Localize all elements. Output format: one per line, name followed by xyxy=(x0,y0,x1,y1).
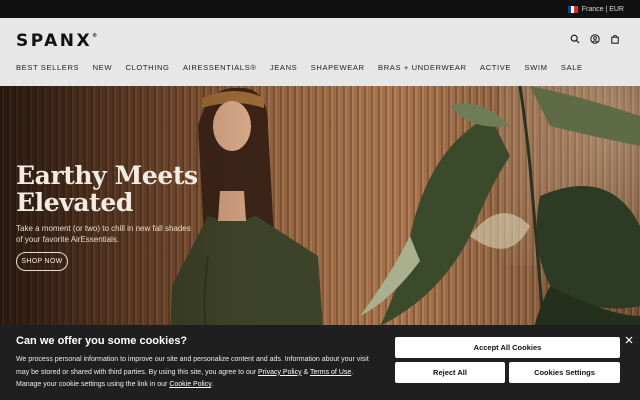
terms-of-use-link[interactable]: Terms of Use xyxy=(310,369,351,376)
cookie-title: Can we offer you some cookies? xyxy=(16,335,188,347)
hero-title-line1: Earthy Meets xyxy=(16,161,198,190)
site-header: SPANX® BEST SELLERS NEW CLOTHING AIRESSE… xyxy=(0,18,640,86)
search-icon[interactable] xyxy=(570,34,580,44)
nav-jeans[interactable]: JEANS xyxy=(270,63,297,72)
account-icon[interactable] xyxy=(590,34,600,44)
reject-all-button[interactable]: Reject All xyxy=(395,362,505,383)
nav-best-sellers[interactable]: BEST SELLERS xyxy=(16,63,79,72)
france-flag-icon xyxy=(567,5,578,13)
cookie-text: We process personal information to impro… xyxy=(16,356,369,388)
accept-all-cookies-button[interactable]: Accept All Cookies xyxy=(395,337,620,358)
hero-title-line2: Elevated xyxy=(16,188,133,217)
top-bar: France | EUR xyxy=(0,0,640,18)
cookie-policy-link[interactable]: Cookie Policy xyxy=(169,381,211,388)
shop-now-button[interactable]: SHOP NOW xyxy=(16,252,68,271)
cookies-settings-button[interactable]: Cookies Settings xyxy=(509,362,620,383)
nav-active[interactable]: ACTIVE xyxy=(480,63,511,72)
close-icon[interactable] xyxy=(624,335,634,345)
nav-sale[interactable]: SALE xyxy=(561,63,583,72)
header-icons xyxy=(570,34,620,44)
locale-selector[interactable]: France | EUR xyxy=(567,0,624,18)
main-nav: BEST SELLERS NEW CLOTHING AIRESSENTIALS®… xyxy=(16,63,596,72)
cookie-banner: Can we offer you some cookies? We proces… xyxy=(0,325,640,400)
nav-shapewear[interactable]: SHAPEWEAR xyxy=(311,63,365,72)
hero-subtitle: Take a moment (or two) to chill in new f… xyxy=(16,224,191,244)
privacy-policy-link[interactable]: Privacy Policy xyxy=(258,369,302,376)
nav-bras-underwear[interactable]: BRAS + UNDERWEAR xyxy=(378,63,467,72)
nav-clothing[interactable]: CLOTHING xyxy=(126,63,170,72)
locale-label: France | EUR xyxy=(581,5,624,13)
nav-new[interactable]: NEW xyxy=(93,63,113,72)
spanx-logo[interactable]: SPANX® xyxy=(16,31,97,51)
nav-swim[interactable]: SWIM xyxy=(524,63,547,72)
nav-airessentials[interactable]: AIRESSENTIALS® xyxy=(183,63,257,72)
bag-icon[interactable] xyxy=(610,34,620,44)
hero-title: Earthy Meets Elevated xyxy=(16,162,198,216)
